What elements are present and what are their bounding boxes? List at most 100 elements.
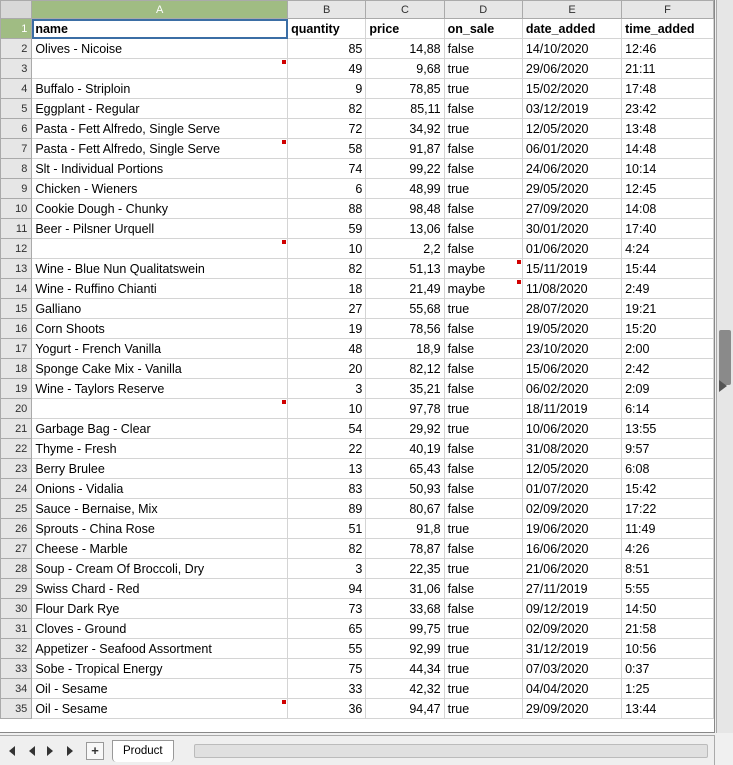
cell-A21[interactable]: Garbage Bag - Clear [32,419,288,439]
cell-E2[interactable]: 14/10/2020 [522,39,621,59]
cell-B16[interactable]: 19 [288,319,366,339]
cell-A17[interactable]: Yogurt - French Vanilla [32,339,288,359]
cell-E18[interactable]: 15/06/2020 [522,359,621,379]
add-sheet-button[interactable]: + [86,742,104,760]
cell-A24[interactable]: Onions - Vidalia [32,479,288,499]
row-header-27[interactable]: 27 [1,539,32,559]
sheet-tab-product[interactable]: Product [112,740,174,762]
col-header-B[interactable]: B [288,1,366,19]
cell-C4[interactable]: 78,85 [366,79,444,99]
cell-A34[interactable]: Oil - Sesame [32,679,288,699]
cell-F7[interactable]: 14:48 [622,139,714,159]
cell-D11[interactable]: false [444,219,522,239]
cell-B27[interactable]: 82 [288,539,366,559]
cell-C11[interactable]: 13,06 [366,219,444,239]
row-header-12[interactable]: 12 [1,239,32,259]
cell-A6[interactable]: Pasta - Fett Alfredo, Single Serve [32,119,288,139]
row-header-17[interactable]: 17 [1,339,32,359]
cell-D13[interactable]: maybe [444,259,522,279]
cell-A15[interactable]: Galliano [32,299,288,319]
cell-E30[interactable]: 09/12/2019 [522,599,621,619]
cell-F25[interactable]: 17:22 [622,499,714,519]
cell-A16[interactable]: Corn Shoots [32,319,288,339]
row-header-22[interactable]: 22 [1,439,32,459]
cell-A29[interactable]: Swiss Chard - Red [32,579,288,599]
cell-B18[interactable]: 20 [288,359,366,379]
select-all-corner[interactable] [1,1,32,19]
col-header-E[interactable]: E [522,1,621,19]
cell-B32[interactable]: 55 [288,639,366,659]
cell-C22[interactable]: 40,19 [366,439,444,459]
cell-A10[interactable]: Cookie Dough - Chunky [32,199,288,219]
row-header-11[interactable]: 11 [1,219,32,239]
cell-F10[interactable]: 14:08 [622,199,714,219]
tab-prev-icon[interactable] [24,744,38,758]
cell-B22[interactable]: 22 [288,439,366,459]
cell-B7[interactable]: 58 [288,139,366,159]
cell-F24[interactable]: 15:42 [622,479,714,499]
cell-F26[interactable]: 11:49 [622,519,714,539]
row-header-2[interactable]: 2 [1,39,32,59]
cell-F35[interactable]: 13:44 [622,699,714,719]
cell-B24[interactable]: 83 [288,479,366,499]
cell-A9[interactable]: Chicken - Wieners [32,179,288,199]
cell-D10[interactable]: false [444,199,522,219]
cell-B20[interactable]: 10 [288,399,366,419]
cell-B29[interactable]: 94 [288,579,366,599]
row-header-5[interactable]: 5 [1,99,32,119]
cell-E11[interactable]: 30/01/2020 [522,219,621,239]
cell-D20[interactable]: true [444,399,522,419]
cell-A18[interactable]: Sponge Cake Mix - Vanilla [32,359,288,379]
cell-E27[interactable]: 16/06/2020 [522,539,621,559]
cell-A12[interactable] [32,239,288,259]
cell-D14[interactable]: maybe [444,279,522,299]
row-header-8[interactable]: 8 [1,159,32,179]
cell-C6[interactable]: 34,92 [366,119,444,139]
row-header-15[interactable]: 15 [1,299,32,319]
row-header-26[interactable]: 26 [1,519,32,539]
cell-C5[interactable]: 85,11 [366,99,444,119]
cell-B11[interactable]: 59 [288,219,366,239]
cell-C17[interactable]: 18,9 [366,339,444,359]
cell-E26[interactable]: 19/06/2020 [522,519,621,539]
cell-E14[interactable]: 11/08/2020 [522,279,621,299]
cell-D7[interactable]: false [444,139,522,159]
cell-F27[interactable]: 4:26 [622,539,714,559]
cell-B25[interactable]: 89 [288,499,366,519]
cell-F29[interactable]: 5:55 [622,579,714,599]
cell-D17[interactable]: false [444,339,522,359]
cell-A2[interactable]: Olives - Nicoise [32,39,288,59]
cell-E7[interactable]: 06/01/2020 [522,139,621,159]
cell-E13[interactable]: 15/11/2019 [522,259,621,279]
cell-D3[interactable]: true [444,59,522,79]
cell-E28[interactable]: 21/06/2020 [522,559,621,579]
cell-B5[interactable]: 82 [288,99,366,119]
cell-F9[interactable]: 12:45 [622,179,714,199]
cell-D1[interactable]: on_sale [444,19,522,39]
cell-A20[interactable] [32,399,288,419]
cell-E16[interactable]: 19/05/2020 [522,319,621,339]
cell-C2[interactable]: 14,88 [366,39,444,59]
tab-last-icon[interactable] [64,744,78,758]
cell-E31[interactable]: 02/09/2020 [522,619,621,639]
cell-E24[interactable]: 01/07/2020 [522,479,621,499]
cell-B21[interactable]: 54 [288,419,366,439]
cell-D32[interactable]: true [444,639,522,659]
cell-D15[interactable]: true [444,299,522,319]
tab-first-icon[interactable] [4,744,18,758]
cell-F30[interactable]: 14:50 [622,599,714,619]
cell-B10[interactable]: 88 [288,199,366,219]
cell-C30[interactable]: 33,68 [366,599,444,619]
col-header-C[interactable]: C [366,1,444,19]
cell-C20[interactable]: 97,78 [366,399,444,419]
cell-A5[interactable]: Eggplant - Regular [32,99,288,119]
cell-B23[interactable]: 13 [288,459,366,479]
cell-F1[interactable]: time_added [622,19,714,39]
cell-A13[interactable]: Wine - Blue Nun Qualitatswein [32,259,288,279]
cell-B33[interactable]: 75 [288,659,366,679]
cell-C27[interactable]: 78,87 [366,539,444,559]
cell-E32[interactable]: 31/12/2019 [522,639,621,659]
cell-E23[interactable]: 12/05/2020 [522,459,621,479]
cell-D33[interactable]: true [444,659,522,679]
cell-F18[interactable]: 2:42 [622,359,714,379]
